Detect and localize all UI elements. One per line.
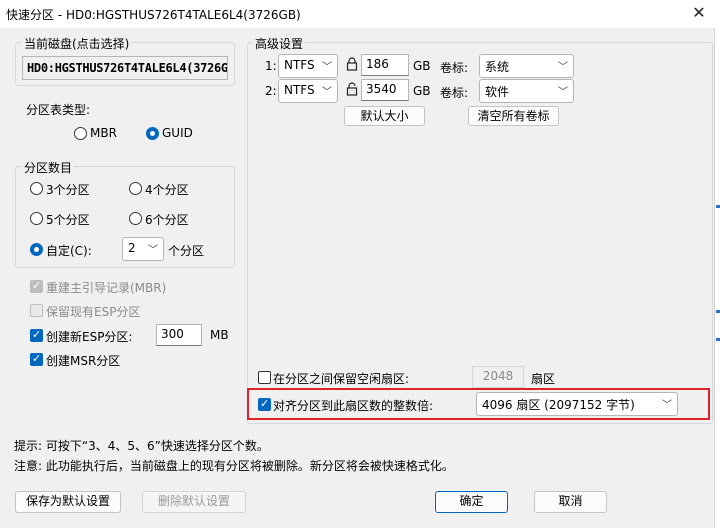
radio-guid[interactable] <box>146 127 159 140</box>
radio-guid-label[interactable]: GUID <box>162 126 193 140</box>
create-esp-checkbox[interactable] <box>30 328 43 342</box>
clear-labels-button[interactable]: 清空所有卷标 <box>468 106 559 126</box>
partition-table-label: 分区表类型: <box>26 103 91 117</box>
tip-text: 提示: 可按下“3、4、5、6”快速选择分区个数。 <box>14 439 269 453</box>
chevron-down-icon: ﹀ <box>558 62 568 73</box>
note-text: 注意: 此功能执行后，当前磁盘上的现有分区将被删除。新分区将会被快速格式化。 <box>14 459 454 473</box>
align-select[interactable]: 4096 扇区 (2097152 字节) ﹀ <box>476 392 678 416</box>
radio-mbr-label[interactable]: MBR <box>90 126 117 140</box>
partition-2-index: 2: <box>265 84 277 98</box>
keep-free-checkbox[interactable] <box>258 371 271 384</box>
edge-mark <box>716 205 720 208</box>
radio-custom-label[interactable]: 自定(C): <box>46 242 92 259</box>
partition-1-volume-select[interactable]: 系统 ﹀ <box>479 54 574 78</box>
chevron-down-icon: ﹀ <box>148 245 158 256</box>
partition-1-size-input[interactable]: 186 <box>361 54 409 76</box>
partition-1-volume-value: 系统 <box>485 60 510 74</box>
partition-2-volume-label: 卷标: <box>440 86 469 100</box>
partition-2-volume-value: 软件 <box>485 85 510 99</box>
save-default-button[interactable]: 保存为默认设置 <box>15 491 121 513</box>
chevron-down-icon: ﹀ <box>322 87 332 98</box>
radio-3-partitions-label[interactable]: 3个分区 <box>46 181 90 198</box>
custom-count-suffix: 个分区 <box>168 244 205 258</box>
custom-count-select[interactable]: 2 ﹀ <box>122 237 164 261</box>
edge-mark <box>716 338 720 341</box>
partition-2-fs-value: NTFS <box>284 83 315 97</box>
chevron-down-icon: ﹀ <box>322 62 332 73</box>
current-disk-selector[interactable]: HD0:HGSTHUS726T4TALE6L4(3726GB) <box>22 56 228 80</box>
close-icon[interactable]: ✕ <box>688 2 710 24</box>
ok-button[interactable]: 确定 <box>435 491 508 513</box>
keep-esp-label: 保留现有ESP分区 <box>46 305 141 319</box>
partition-2-size-input[interactable]: 3540 <box>361 79 409 101</box>
partition-1-index: 1: <box>265 59 277 73</box>
partition-2-fs-select[interactable]: NTFS ﹀ <box>278 79 338 103</box>
radio-5-partitions[interactable] <box>30 212 43 225</box>
window-edge <box>714 28 720 528</box>
esp-size-input[interactable]: 300 <box>156 324 202 346</box>
custom-count-value: 2 <box>128 241 136 255</box>
advanced-settings-legend: 高级设置 <box>253 35 306 52</box>
radio-mbr[interactable] <box>74 127 87 140</box>
delete-default-button[interactable]: 删除默认设置 <box>142 491 246 513</box>
radio-5-partitions-label[interactable]: 5个分区 <box>46 211 90 228</box>
cancel-button[interactable]: 取消 <box>534 491 607 513</box>
radio-6-partitions-label[interactable]: 6个分区 <box>145 211 189 228</box>
align-checkbox[interactable] <box>258 397 271 411</box>
radio-4-partitions-label[interactable]: 4个分区 <box>145 181 189 198</box>
lock-icon[interactable] <box>346 57 358 71</box>
chevron-down-icon: ﹀ <box>558 87 568 98</box>
partition-2-volume-select[interactable]: 软件 ﹀ <box>479 79 574 103</box>
partition-1-fs-value: NTFS <box>284 58 315 72</box>
rebuild-mbr-label: 重建主引导记录(MBR) <box>46 281 167 295</box>
keep-free-input[interactable]: 2048 <box>472 366 524 388</box>
create-msr-checkbox[interactable] <box>30 352 43 366</box>
partition-1-volume-label: 卷标: <box>440 61 469 75</box>
edge-mark <box>716 310 720 313</box>
esp-size-unit: MB <box>210 328 229 342</box>
title-bar: 快速分区 - HD0:HGSTHUS726T4TALE6L4(3726GB) ✕ <box>0 0 720 28</box>
window-title: 快速分区 - HD0:HGSTHUS726T4TALE6L4(3726GB) <box>6 8 301 22</box>
radio-6-partitions[interactable] <box>129 212 142 225</box>
keep-free-unit: 扇区 <box>531 372 556 386</box>
align-label[interactable]: 对齐分区到此扇区数的整数倍: <box>273 397 433 414</box>
radio-3-partitions[interactable] <box>30 182 43 195</box>
partition-1-size-unit: GB <box>413 59 431 73</box>
radio-custom[interactable] <box>30 243 43 256</box>
rebuild-mbr-checkbox[interactable] <box>30 279 43 293</box>
keep-esp-checkbox[interactable] <box>30 304 43 317</box>
create-msr-label[interactable]: 创建MSR分区 <box>46 352 120 369</box>
partition-1-fs-select[interactable]: NTFS ﹀ <box>278 54 338 78</box>
keep-free-label[interactable]: 在分区之间保留空闲扇区: <box>273 370 409 387</box>
partition-2-size-unit: GB <box>413 84 431 98</box>
current-disk-legend: 当前磁盘(点击选择) <box>22 35 132 52</box>
radio-4-partitions[interactable] <box>129 182 142 195</box>
create-esp-label[interactable]: 创建新ESP分区: <box>46 328 132 345</box>
chevron-down-icon: ﹀ <box>662 400 672 411</box>
unlock-icon[interactable] <box>346 82 358 96</box>
align-value: 4096 扇区 (2097152 字节) <box>482 398 635 412</box>
partition-count-legend: 分区数目 <box>22 159 75 176</box>
default-size-button[interactable]: 默认大小 <box>344 106 425 126</box>
